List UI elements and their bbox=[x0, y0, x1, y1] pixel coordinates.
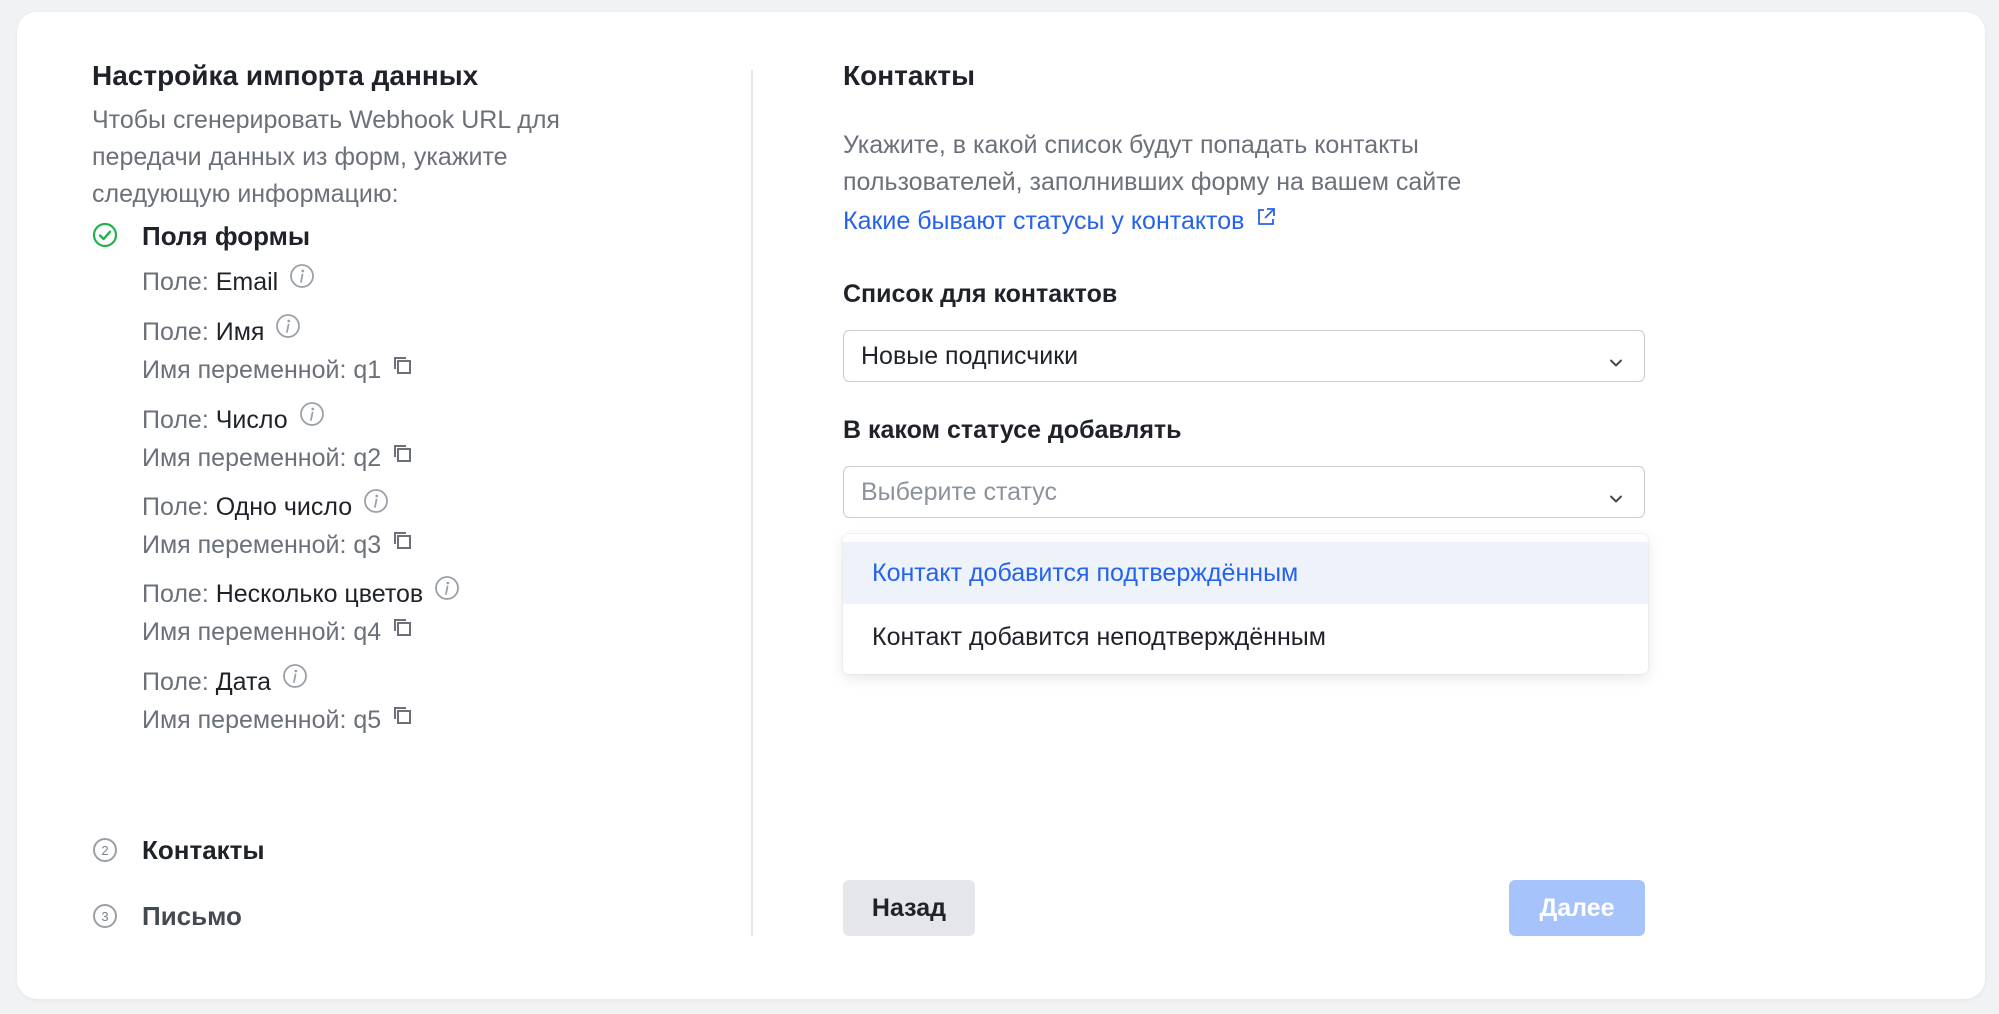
copy-icon[interactable] bbox=[392, 439, 414, 476]
copy-icon[interactable] bbox=[392, 351, 414, 388]
field-item: Поле: Одно число Имя переменной: q3 bbox=[142, 488, 414, 565]
variable-label: Имя переменной: bbox=[142, 617, 347, 646]
status-select[interactable]: Выберите статус bbox=[843, 466, 1645, 518]
info-icon[interactable] bbox=[363, 488, 389, 525]
field-prefix: Поле: bbox=[142, 668, 209, 696]
copy-icon[interactable] bbox=[392, 701, 414, 738]
field-prefix: Поле: bbox=[142, 406, 209, 434]
field-item: Поле: Несколько цветов Имя переменной: q… bbox=[142, 575, 460, 652]
statuses-help-link-text: Какие бывают статусы у контактов bbox=[843, 207, 1245, 235]
field-name: Число bbox=[215, 406, 288, 434]
field-item: Поле: Email bbox=[142, 263, 315, 302]
info-icon[interactable] bbox=[434, 575, 460, 612]
variable-name: q2 bbox=[353, 443, 382, 472]
section-title: Контакты bbox=[843, 60, 976, 91]
field-prefix: Поле: bbox=[142, 580, 209, 608]
variable-label: Имя переменной: bbox=[142, 443, 347, 472]
info-icon[interactable] bbox=[282, 663, 308, 700]
check-circle-icon bbox=[92, 222, 118, 253]
variable-name: q3 bbox=[353, 530, 382, 559]
step-number-badge: 2 bbox=[93, 838, 117, 862]
field-item: Поле: Число Имя переменной: q2 bbox=[142, 401, 414, 478]
variable-label: Имя переменной: bbox=[142, 705, 347, 734]
status-placeholder: Выберите статус bbox=[861, 477, 1057, 506]
step-letter-label: Письмо bbox=[142, 901, 242, 931]
field-name: Имя bbox=[215, 318, 265, 346]
field-prefix: Поле: bbox=[142, 493, 209, 521]
back-button[interactable]: Назад bbox=[843, 880, 975, 936]
external-link-icon bbox=[1255, 206, 1277, 235]
next-button[interactable]: Далее bbox=[1509, 880, 1645, 936]
info-icon[interactable] bbox=[289, 263, 315, 300]
field-item: Поле: Имя Имя переменной: q1 bbox=[142, 313, 414, 390]
left-description: Чтобы сгенерировать Webhook URL для пере… bbox=[92, 106, 560, 208]
field-item: Поле: Дата Имя переменной: q5 bbox=[142, 663, 414, 740]
column-divider bbox=[751, 70, 753, 936]
status-dropdown-menu: Контакт добавится подтверждённым Контакт… bbox=[843, 534, 1648, 674]
field-name: Одно число bbox=[215, 493, 353, 521]
status-option-label: Контакт добавится подтверждённым bbox=[872, 558, 1299, 587]
step-number-badge: 3 bbox=[93, 904, 117, 928]
field-name: Email bbox=[215, 268, 279, 296]
info-icon[interactable] bbox=[299, 401, 325, 438]
step-letter[interactable]: Письмо bbox=[142, 901, 242, 932]
status-label: В каком статусе добавлять bbox=[843, 416, 1182, 444]
statuses-help-link[interactable]: Какие бывают статусы у контактов bbox=[843, 207, 1277, 237]
copy-icon[interactable] bbox=[392, 526, 414, 563]
step-contacts-label: Контакты bbox=[142, 835, 265, 865]
contact-list-label: Список для контактов bbox=[843, 280, 1118, 308]
step-contacts[interactable]: Контакты bbox=[142, 835, 265, 866]
step-form-fields[interactable]: Поля формы bbox=[142, 221, 310, 252]
copy-icon[interactable] bbox=[392, 613, 414, 650]
contact-list-value: Новые подписчики bbox=[861, 341, 1079, 370]
step-form-fields-label: Поля формы bbox=[142, 221, 311, 251]
status-option-unconfirmed[interactable]: Контакт добавится неподтверждённым bbox=[843, 606, 1648, 668]
import-settings-card: Настройка импорта данных Чтобы сгенериро… bbox=[17, 12, 1985, 999]
contact-list-select[interactable]: Новые подписчики bbox=[843, 330, 1645, 382]
info-icon[interactable] bbox=[275, 313, 301, 350]
chevron-down-icon bbox=[1608, 349, 1624, 378]
chevron-down-icon bbox=[1608, 485, 1624, 514]
status-option-label: Контакт добавится неподтверждённым bbox=[872, 622, 1326, 651]
field-prefix: Поле: bbox=[142, 318, 209, 346]
field-prefix: Поле: bbox=[142, 268, 209, 296]
variable-label: Имя переменной: bbox=[142, 355, 347, 384]
field-name: Дата bbox=[215, 668, 272, 696]
right-description: Укажите, в какой список будут попадать к… bbox=[843, 131, 1462, 196]
variable-label: Имя переменной: bbox=[142, 530, 347, 559]
variable-name: q5 bbox=[353, 705, 382, 734]
page-title: Настройка импорта данных bbox=[92, 60, 479, 91]
variable-name: q4 bbox=[353, 617, 382, 646]
status-option-confirmed[interactable]: Контакт добавится подтверждённым bbox=[843, 542, 1648, 604]
field-name: Несколько цветов bbox=[215, 580, 424, 608]
variable-name: q1 bbox=[353, 355, 382, 384]
